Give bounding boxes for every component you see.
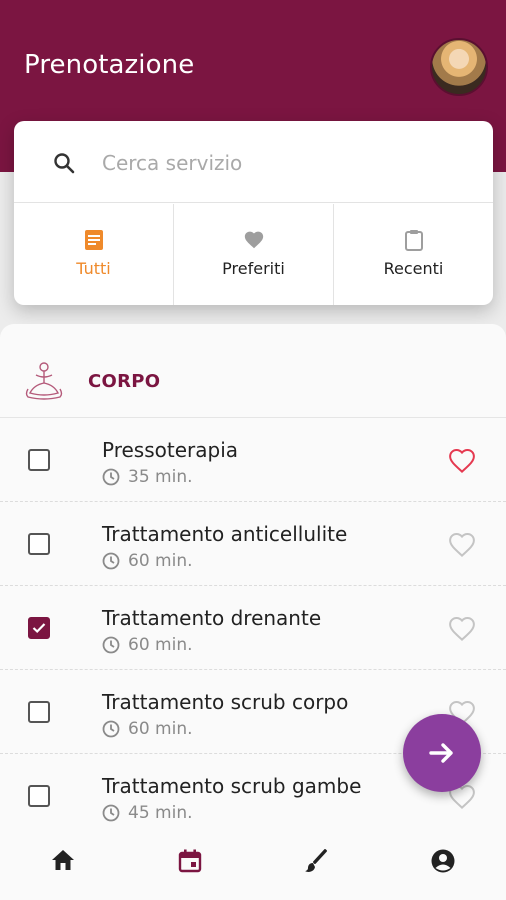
nav-home[interactable] [0, 822, 127, 900]
service-name: Trattamento scrub corpo [102, 690, 349, 714]
duration-text: 45 min. [128, 803, 193, 823]
duration-text: 60 min. [128, 551, 193, 571]
tab-preferiti[interactable]: Preferiti [174, 204, 334, 305]
search-row [14, 121, 493, 203]
clock-icon [102, 636, 120, 654]
service-duration: 35 min. [102, 467, 193, 487]
tab-tutti[interactable]: Tutti [14, 204, 174, 305]
brush-icon [305, 849, 328, 872]
section-header[interactable]: CORPO [0, 324, 506, 418]
document-icon [84, 230, 103, 250]
home-icon [52, 850, 75, 870]
duration-text: 60 min. [128, 719, 193, 739]
nav-brush[interactable] [253, 822, 380, 900]
service-checkbox[interactable] [28, 533, 50, 555]
service-duration: 60 min. [102, 635, 193, 655]
duration-text: 35 min. [128, 467, 193, 487]
service-row[interactable]: Trattamento drenante 60 min. [0, 586, 506, 670]
search-card: Tutti Preferiti Recenti [14, 121, 493, 305]
tab-label: Tutti [76, 259, 111, 278]
services-panel: CORPO Pressoterapia 35 min. Trattamento … [0, 324, 506, 900]
clock-icon [102, 552, 120, 570]
filter-tabs: Tutti Preferiti Recenti [14, 204, 493, 305]
account-icon [431, 849, 455, 873]
service-duration: 60 min. [102, 719, 193, 739]
tab-label: Recenti [383, 259, 444, 278]
favorite-heart-icon[interactable] [446, 446, 478, 476]
service-duration: 45 min. [102, 803, 193, 823]
duration-text: 60 min. [128, 635, 193, 655]
clock-icon [102, 804, 120, 822]
bottom-nav [0, 822, 506, 900]
clipboard-icon [404, 230, 423, 251]
service-row[interactable]: Trattamento anticellulite 60 min. [0, 502, 506, 586]
service-name: Pressoterapia [102, 438, 239, 462]
service-name: Trattamento anticellulite [102, 522, 348, 546]
search-input[interactable] [102, 143, 462, 183]
service-checkbox[interactable] [28, 449, 50, 471]
service-name: Trattamento scrub gambe [102, 774, 362, 798]
checkmark-icon [32, 623, 46, 634]
page-title: Prenotazione [24, 50, 195, 80]
clock-icon [102, 468, 120, 486]
next-button[interactable] [403, 714, 481, 792]
service-checkbox[interactable] [28, 617, 50, 639]
clock-icon [102, 720, 120, 738]
section-title: CORPO [88, 371, 161, 392]
nav-calendar[interactable] [127, 822, 254, 900]
favorite-heart-icon[interactable] [446, 614, 478, 644]
service-checkbox[interactable] [28, 701, 50, 723]
service-name: Trattamento drenante [102, 606, 322, 630]
search-icon [54, 153, 75, 174]
yoga-meditation-icon [25, 362, 63, 400]
nav-account[interactable] [380, 822, 506, 900]
service-checkbox[interactable] [28, 785, 50, 807]
arrow-right-icon [429, 743, 453, 763]
avatar[interactable] [430, 38, 488, 96]
calendar-icon [178, 849, 201, 873]
service-duration: 60 min. [102, 551, 193, 571]
service-row[interactable]: Pressoterapia 35 min. [0, 418, 506, 502]
tab-recenti[interactable]: Recenti [334, 204, 493, 305]
favorite-heart-icon[interactable] [446, 530, 478, 560]
heart-icon [244, 231, 263, 249]
tab-label: Preferiti [222, 259, 285, 278]
